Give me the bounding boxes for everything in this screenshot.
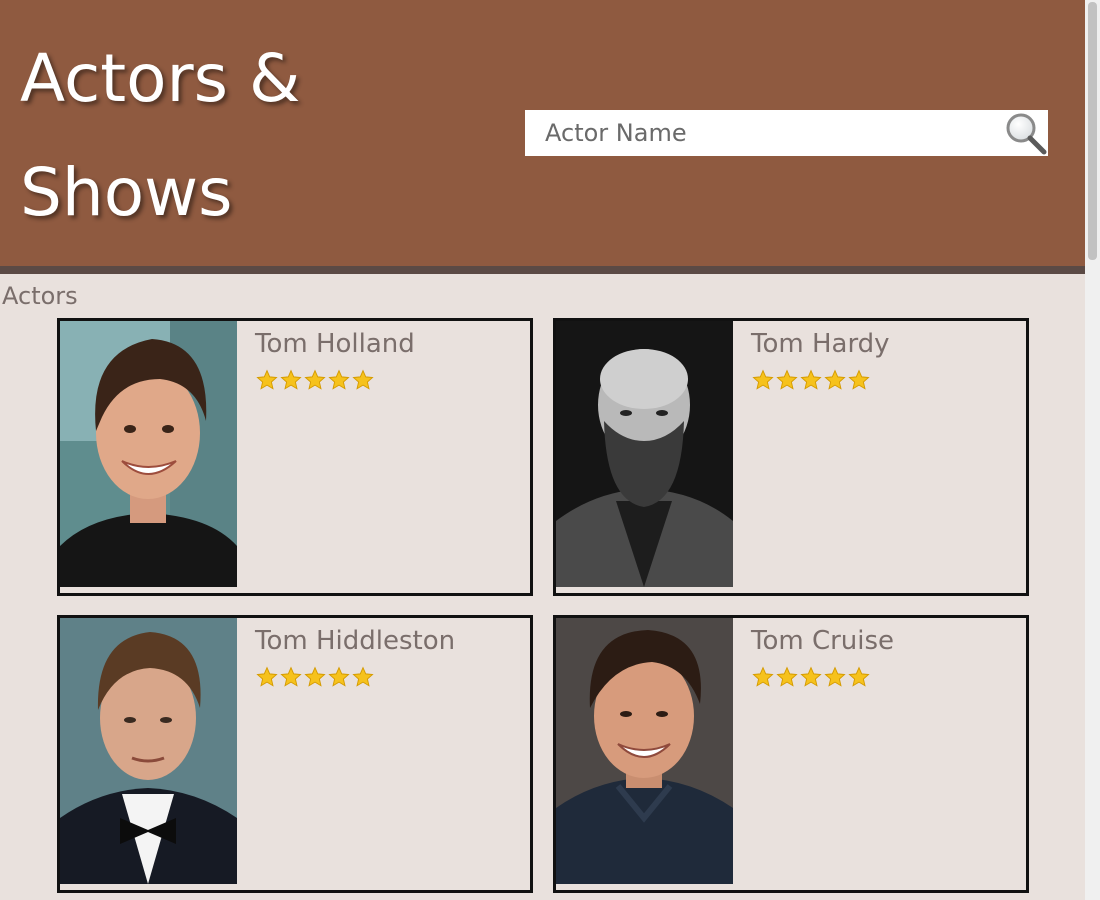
star-icon bbox=[280, 369, 302, 390]
star-icon bbox=[352, 666, 374, 687]
star-icon bbox=[304, 369, 326, 390]
actor-card[interactable]: Tom Holland bbox=[57, 318, 533, 596]
actor-photo bbox=[60, 618, 237, 884]
star-icon bbox=[352, 369, 374, 390]
actor-name[interactable]: Tom Hiddleston bbox=[255, 626, 455, 656]
actor-photo bbox=[60, 321, 237, 587]
actor-name[interactable]: Tom Holland bbox=[255, 329, 415, 359]
actor-photo bbox=[556, 618, 733, 884]
star-icon bbox=[776, 666, 798, 687]
actor-card[interactable]: Tom Hiddleston bbox=[57, 615, 533, 893]
actor-name[interactable]: Tom Hardy bbox=[751, 329, 890, 359]
star-icon bbox=[328, 666, 350, 687]
actors-section-heading: Actors bbox=[2, 282, 78, 310]
star-icon bbox=[256, 666, 278, 687]
scrollbar-thumb[interactable] bbox=[1088, 2, 1097, 260]
star-icon bbox=[800, 369, 822, 390]
star-icon bbox=[848, 369, 870, 390]
star-icon bbox=[752, 666, 774, 687]
star-icon bbox=[776, 369, 798, 390]
star-icon bbox=[328, 369, 350, 390]
star-icon bbox=[280, 666, 302, 687]
actor-photo bbox=[556, 321, 733, 587]
star-icon bbox=[848, 666, 870, 687]
actor-card[interactable]: Tom Cruise bbox=[553, 615, 1029, 893]
rating-stars bbox=[752, 666, 870, 688]
star-icon bbox=[752, 369, 774, 390]
vertical-scrollbar[interactable] bbox=[1085, 0, 1100, 900]
search-icon[interactable] bbox=[1002, 110, 1048, 156]
actor-search-input[interactable] bbox=[525, 110, 1000, 156]
star-icon bbox=[256, 369, 278, 390]
search-bar bbox=[525, 110, 1048, 156]
star-icon bbox=[800, 666, 822, 687]
star-icon bbox=[824, 666, 846, 687]
rating-stars bbox=[256, 369, 374, 391]
site-title: Actors & Shows bbox=[20, 40, 301, 231]
star-icon bbox=[304, 666, 326, 687]
header-divider bbox=[0, 266, 1085, 274]
page: Actors & Shows Actors bbox=[0, 0, 1085, 900]
star-icon bbox=[824, 369, 846, 390]
actor-name[interactable]: Tom Cruise bbox=[751, 626, 894, 656]
rating-stars bbox=[256, 666, 374, 688]
rating-stars bbox=[752, 369, 870, 391]
actor-card[interactable]: Tom Hardy bbox=[553, 318, 1029, 596]
